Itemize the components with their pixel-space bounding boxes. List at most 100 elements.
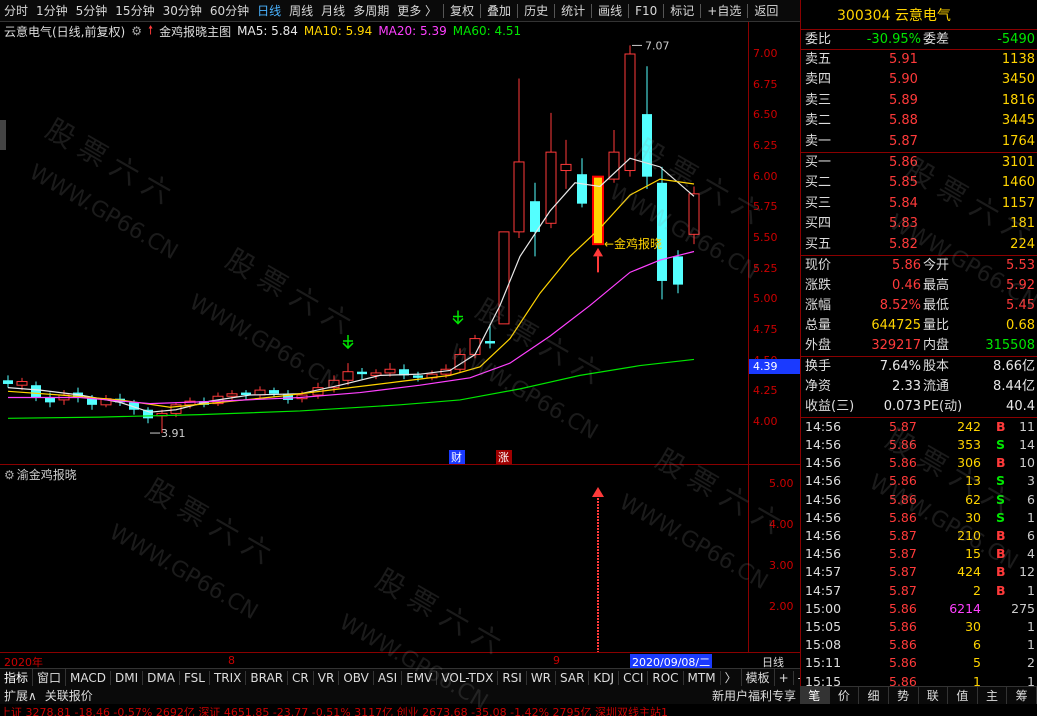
indicator-tab-8[interactable]: CR bbox=[288, 670, 314, 685]
quote-tab-6[interactable]: 主 bbox=[978, 687, 1008, 704]
bid-label: 买四 bbox=[805, 216, 832, 232]
period-7[interactable]: 周线 bbox=[285, 0, 317, 22]
scroll-handle[interactable] bbox=[0, 120, 6, 150]
tool-8[interactable]: 返回 bbox=[750, 0, 782, 22]
ask-price[interactable]: 5.87 bbox=[889, 132, 918, 152]
ask-price[interactable]: 5.91 bbox=[889, 50, 918, 70]
quote-tab-1[interactable]: 价 bbox=[830, 687, 860, 704]
indicator-tab-20[interactable]: MTM bbox=[684, 670, 721, 685]
indicator-tab-5[interactable]: FSL bbox=[180, 670, 210, 685]
ask-row: 卖四 5.90 3450 bbox=[801, 70, 1037, 90]
quote-tabs: 笔价细势联值主筹 bbox=[800, 686, 1037, 704]
indicator-tab-14[interactable]: RSI bbox=[498, 670, 527, 685]
quote-tab-7[interactable]: 筹 bbox=[1007, 687, 1037, 704]
indicator-tab-21[interactable]: 〉 bbox=[721, 669, 742, 686]
indicator-tab-13[interactable]: VOL-TDX bbox=[437, 670, 499, 685]
trade-row: 14:56 5.87 15 B 4 bbox=[801, 545, 1037, 563]
price-tick: 4.00 bbox=[753, 415, 778, 428]
trade-time: 14:56 bbox=[805, 473, 842, 489]
indicator-tab-1[interactable]: 窗口 bbox=[33, 669, 67, 686]
indicator-tab-19[interactable]: ROC bbox=[648, 670, 684, 685]
indicator-tab-0[interactable]: 指标 bbox=[0, 669, 34, 686]
ask-price[interactable]: 5.89 bbox=[889, 91, 918, 111]
indicator-tab-7[interactable]: BRAR bbox=[246, 670, 289, 685]
ext-expand[interactable]: 扩展∧ bbox=[0, 687, 41, 704]
indicator-tab-12[interactable]: EMV bbox=[402, 670, 438, 685]
signal-label: ←金鸡报晓 bbox=[604, 236, 662, 251]
bid-price[interactable]: 5.86 bbox=[889, 153, 918, 173]
indicator-tab-6[interactable]: TRIX bbox=[210, 670, 247, 685]
tool-7[interactable]: +自选 bbox=[703, 0, 745, 22]
bid-row: 买四 5.83 181 bbox=[801, 214, 1037, 234]
bid-row: 买五 5.82 224 bbox=[801, 235, 1037, 255]
bid-price[interactable]: 5.84 bbox=[889, 194, 918, 214]
indicator-tab-18[interactable]: CCI bbox=[619, 670, 649, 685]
ask-price[interactable]: 5.90 bbox=[889, 70, 918, 90]
bid-label: 买二 bbox=[805, 175, 832, 191]
trade-time: 14:56 bbox=[805, 546, 842, 562]
settings-icon[interactable]: ⚙ bbox=[131, 24, 142, 38]
candle bbox=[100, 395, 112, 408]
tool-1[interactable]: 叠加 bbox=[483, 0, 515, 22]
stat-value-2: 8.66亿 bbox=[993, 358, 1035, 374]
quote-tab-2[interactable]: 细 bbox=[859, 687, 889, 704]
candle bbox=[513, 78, 525, 238]
stat-row: 外盘 329217 内盘 315508 bbox=[801, 336, 1037, 356]
bid-price[interactable]: 5.82 bbox=[889, 235, 918, 255]
tool-0[interactable]: 复权 bbox=[446, 0, 478, 22]
quote-tab-0[interactable]: 笔 bbox=[800, 687, 830, 704]
tool-4[interactable]: 画线 bbox=[594, 0, 626, 22]
sub-indicator-chart[interactable] bbox=[0, 465, 750, 653]
indicator-tab-4[interactable]: DMA bbox=[143, 670, 180, 685]
indicator-tab-2[interactable]: MACD bbox=[66, 670, 112, 685]
trade-volume: 62 bbox=[965, 491, 981, 507]
ext-related-quote[interactable]: 关联报价 bbox=[41, 687, 97, 704]
tool-5[interactable]: F10 bbox=[631, 0, 661, 22]
tool-2[interactable]: 历史 bbox=[520, 0, 552, 22]
quote-tab-4[interactable]: 联 bbox=[919, 687, 949, 704]
sub-settings-icon[interactable]: ⚙ bbox=[4, 468, 15, 482]
period-6[interactable]: 日线 bbox=[253, 0, 285, 22]
new-user-promo[interactable]: 新用户福利专享 bbox=[708, 687, 800, 704]
indicator-tab-17[interactable]: KDJ bbox=[589, 670, 620, 685]
period-9[interactable]: 多周期 bbox=[349, 0, 393, 22]
bid-price[interactable]: 5.85 bbox=[889, 173, 918, 193]
period-4[interactable]: 30分钟 bbox=[159, 0, 206, 22]
stat-value: 7.64% bbox=[879, 358, 921, 374]
candle bbox=[545, 112, 557, 229]
current-price-tag: 4.39 bbox=[749, 359, 800, 374]
tool-3[interactable]: 统计 bbox=[557, 0, 589, 22]
indicator-tab-3[interactable]: DMI bbox=[111, 670, 144, 685]
indicator-tab-15[interactable]: WR bbox=[527, 670, 557, 685]
indicator-tab-10[interactable]: OBV bbox=[339, 670, 374, 685]
toolbar-sep bbox=[591, 3, 593, 18]
weibi-value: -30.95% bbox=[866, 32, 921, 47]
indicator-name[interactable]: 金鸡报晓主图 bbox=[159, 23, 231, 40]
stat-value: 8.52% bbox=[879, 297, 921, 313]
trade-side: B bbox=[996, 582, 1006, 598]
bid-price[interactable]: 5.83 bbox=[889, 214, 918, 234]
tool-6[interactable]: 标记 bbox=[666, 0, 698, 22]
period-5[interactable]: 60分钟 bbox=[206, 0, 253, 22]
quote-tab-5[interactable]: 值 bbox=[948, 687, 978, 704]
period-10[interactable]: 更多 〉 bbox=[393, 0, 441, 22]
period-1[interactable]: 1分钟 bbox=[32, 0, 72, 22]
ask-price[interactable]: 5.88 bbox=[889, 111, 918, 131]
period-8[interactable]: 月线 bbox=[317, 0, 349, 22]
stock-code-name: 300304 云意电气 bbox=[801, 0, 1037, 30]
quote-tab-3[interactable]: 势 bbox=[889, 687, 919, 704]
toolbar-sep bbox=[480, 3, 482, 18]
candlestick-chart[interactable]: 7.07 3.91 ←金鸡报晓财 涨 bbox=[0, 40, 750, 464]
indicator-tab-11[interactable]: ASI bbox=[374, 670, 403, 685]
indicator-tab-9[interactable]: VR bbox=[314, 670, 340, 685]
indicator-tab-22[interactable]: 模板 bbox=[742, 669, 775, 686]
period-2[interactable]: 5分钟 bbox=[72, 0, 112, 22]
indicator-tab-16[interactable]: SAR bbox=[556, 670, 590, 685]
extension-bar: 扩展∧ 关联报价 新用户福利专享 bbox=[0, 686, 800, 704]
indicator-tab-23[interactable]: + bbox=[775, 670, 794, 685]
trade-row: 14:56 5.87 242 B 11 bbox=[801, 418, 1037, 436]
period-3[interactable]: 15分钟 bbox=[111, 0, 158, 22]
trade-price: 5.86 bbox=[889, 600, 917, 616]
period-0[interactable]: 分时 bbox=[0, 0, 32, 22]
trade-row: 14:56 5.86 62 S 6 bbox=[801, 491, 1037, 509]
